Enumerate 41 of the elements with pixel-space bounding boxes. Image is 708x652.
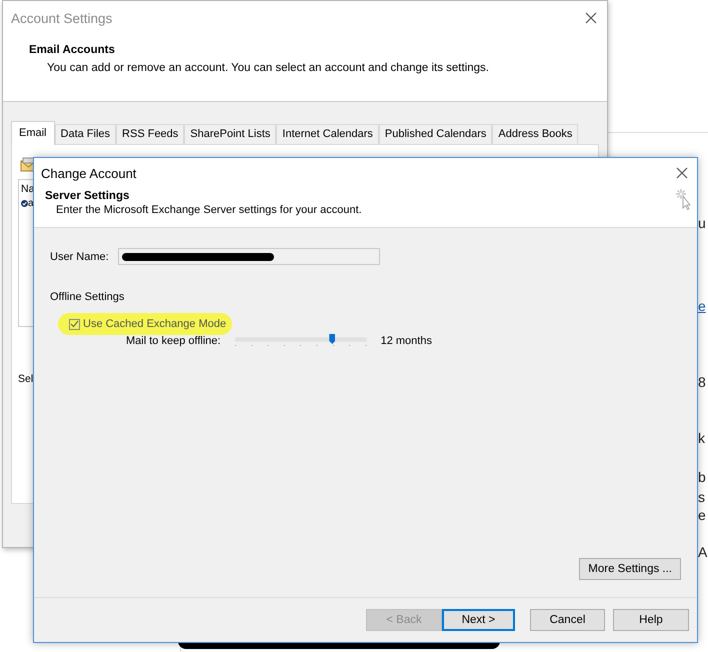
dialog-button[interactable]: Cancel	[530, 609, 605, 631]
tab[interactable]: SharePoint Lists	[184, 124, 276, 144]
dialog-button[interactable]: Help	[613, 609, 689, 631]
slider-track[interactable]	[234, 334, 367, 348]
slider-reading: 12 months	[380, 335, 432, 347]
text-fragment: k	[698, 430, 705, 446]
text-fragment: e	[698, 298, 706, 314]
tab[interactable]: Published Calendars	[378, 124, 492, 144]
window-title: Account Settings	[11, 10, 112, 26]
section-heading: Server Settings	[45, 190, 130, 202]
tab[interactable]: Address Books	[492, 124, 578, 144]
more-settings-button[interactable]: More Settings ...	[579, 558, 681, 580]
text-fragment: e	[698, 507, 706, 523]
text-fragment: 8	[698, 374, 706, 390]
close-icon[interactable]	[676, 167, 688, 179]
field-label: User Name:	[50, 250, 109, 262]
tab[interactable]: Email	[11, 121, 55, 145]
checkbox[interactable]	[69, 318, 80, 330]
selection-hint: Sel	[18, 373, 34, 385]
tab[interactable]: Internet Calendars	[276, 124, 379, 144]
text-fragment: A	[698, 544, 708, 560]
busy-cursor-icon	[675, 188, 691, 210]
envelope-icon[interactable]	[20, 157, 33, 173]
dialog-title: Change Account	[41, 166, 136, 180]
slider-label: Mail to keep offline:	[126, 335, 221, 347]
tab[interactable]: RSS Feeds	[116, 124, 184, 144]
section-description: You can add or remove an account. You can select an account and change its settings.	[47, 62, 490, 74]
close-icon[interactable]	[585, 12, 597, 24]
text-fragment: b	[698, 469, 706, 485]
slider-thumb[interactable]	[329, 334, 336, 344]
tab[interactable]: Data Files	[54, 124, 116, 144]
text-fragment: s	[698, 489, 705, 505]
section-heading: Email Accounts	[29, 44, 116, 56]
check-circle-icon	[21, 200, 28, 207]
user-name-field[interactable]	[118, 248, 380, 265]
group-heading: Offline Settings	[50, 291, 126, 303]
checkbox-label[interactable]: Use Cached Exchange Mode	[83, 318, 226, 330]
account-name[interactable]: a	[28, 198, 34, 209]
dialog-button[interactable]: Next >	[442, 609, 515, 631]
text-fragment: u	[698, 215, 706, 231]
section-description: Enter the Microsoft Exchange Server settings for your account.	[56, 204, 362, 216]
